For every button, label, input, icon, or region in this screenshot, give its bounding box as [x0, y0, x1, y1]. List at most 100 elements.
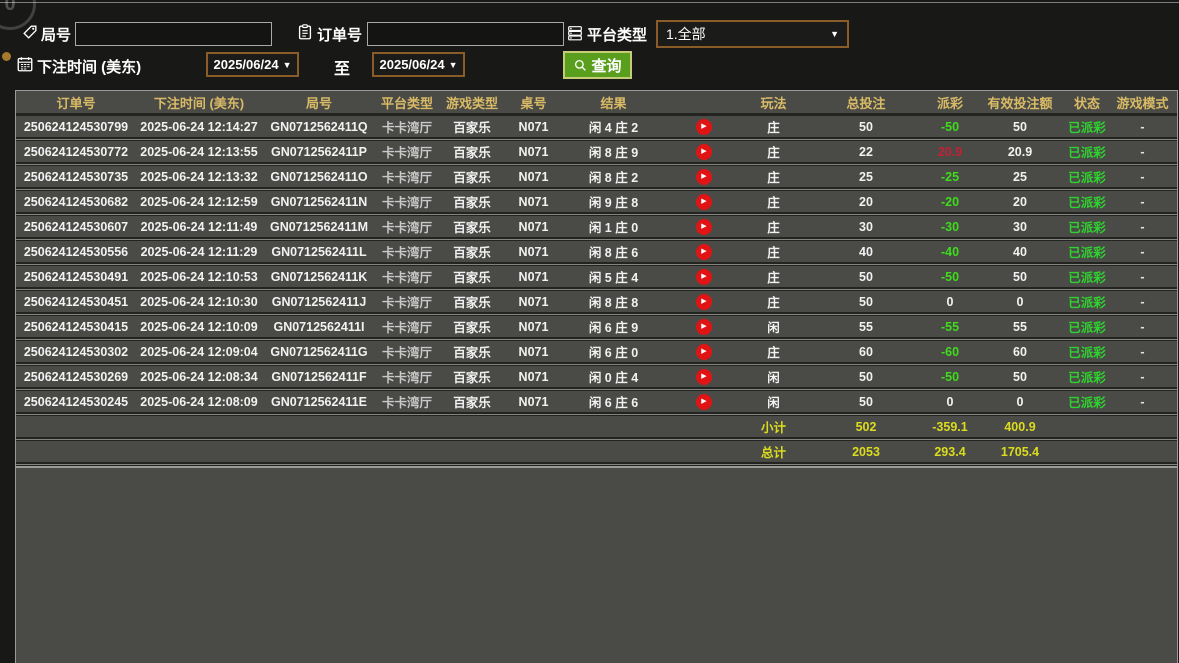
table-row: 2506241245307352025-06-24 12:13:32GN0712… — [16, 166, 1177, 187]
status-cell: 已派彩 — [1066, 242, 1108, 261]
play-video-button[interactable]: ▶ — [696, 144, 712, 160]
total-bet-cell: 20 — [806, 195, 926, 209]
status-cell: 已派彩 — [1066, 292, 1108, 311]
result-cell: 闲 0 庄 4 — [561, 367, 666, 386]
round-number-input[interactable] — [75, 22, 272, 46]
status-cell: 已派彩 — [1066, 342, 1108, 361]
grand-total-row-payout: 293.4 — [926, 445, 974, 459]
play-video-button[interactable]: ▶ — [696, 119, 712, 135]
play-icon: ▶ — [701, 223, 706, 230]
table-row: 2506241245305562025-06-24 12:11:29GN0712… — [16, 241, 1177, 262]
round-no-cell: GN0712562411E — [262, 395, 376, 409]
play-video-button[interactable]: ▶ — [696, 219, 712, 235]
platform-cell: 卡卡湾厅 — [376, 217, 438, 236]
play-icon: ▶ — [701, 248, 706, 255]
play-icon: ▶ — [701, 198, 706, 205]
result-cell: 闲 6 庄 9 — [561, 317, 666, 336]
round-no-cell: GN0712562411N — [262, 195, 376, 209]
valid-bet-cell: 20.9 — [974, 145, 1066, 159]
status-cell: 已派彩 — [1066, 167, 1108, 186]
date-from-picker[interactable]: 2025/06/24▼ — [206, 52, 299, 77]
play-video-button[interactable]: ▶ — [696, 244, 712, 260]
date-to-picker[interactable]: 2025/06/24 ▼ — [372, 52, 465, 77]
table-no-cell: N071 — [506, 345, 561, 359]
bet-time-cell: 2025-06-24 12:09:04 — [136, 345, 262, 359]
round-no-cell: GN0712562411K — [262, 270, 376, 284]
platform-cell: 卡卡湾厅 — [376, 142, 438, 161]
play-type-cell: 庄 — [741, 267, 806, 286]
order-no-cell: 250624124530735 — [16, 170, 136, 184]
grand-total-row-valid-bet: 1705.4 — [974, 445, 1066, 459]
play-video-button[interactable]: ▶ — [696, 194, 712, 210]
game-type-cell: 百家乐 — [438, 117, 506, 136]
table-row: 2506241245302692025-06-24 12:08:34GN0712… — [16, 366, 1177, 387]
payout-cell: -25 — [926, 170, 974, 184]
payout-cell: -30 — [926, 220, 974, 234]
round-number-label: 局号 — [41, 24, 71, 45]
table-no-cell: N071 — [506, 270, 561, 284]
play-type-cell: 庄 — [741, 342, 806, 361]
play-type-cell: 庄 — [741, 292, 806, 311]
play-video-button[interactable]: ▶ — [696, 294, 712, 310]
header-cell-10: 派彩 — [926, 93, 974, 112]
table-row: 2506241245304152025-06-24 12:10:09GN0712… — [16, 316, 1177, 337]
status-cell: 已派彩 — [1066, 267, 1108, 286]
game-mode-cell: - — [1108, 270, 1177, 284]
bet-time-cell: 2025-06-24 12:11:29 — [136, 245, 262, 259]
total-bet-cell: 60 — [806, 345, 926, 359]
table-row: 2506241245306822025-06-24 12:12:59GN0712… — [16, 191, 1177, 212]
platform-cell: 卡卡湾厅 — [376, 192, 438, 211]
play-video-button[interactable]: ▶ — [696, 369, 712, 385]
chevron-down-icon: ▼ — [449, 60, 458, 70]
play-video-button[interactable]: ▶ — [696, 169, 712, 185]
status-cell: 已派彩 — [1066, 142, 1108, 161]
header-cell-3: 平台类型 — [376, 93, 438, 112]
subtotal-row-payout: -359.1 — [926, 420, 974, 434]
table-row: 2506241245304912025-06-24 12:10:53GN0712… — [16, 266, 1177, 287]
play-cell: ▶ — [666, 144, 741, 160]
valid-bet-cell: 20 — [974, 195, 1066, 209]
query-button-label: 查询 — [591, 55, 621, 76]
play-video-button[interactable]: ▶ — [696, 319, 712, 335]
grand-total-row: 总计2053293.41705.4 — [16, 441, 1177, 462]
platform-type-select[interactable]: 1.全部 ▼ — [656, 20, 849, 48]
result-cell: 闲 5 庄 4 — [561, 267, 666, 286]
header-cell-2: 局号 — [262, 93, 376, 112]
table-row: 2506241245304512025-06-24 12:10:30GN0712… — [16, 291, 1177, 312]
table-row: 2506241245303022025-06-24 12:09:04GN0712… — [16, 341, 1177, 362]
game-type-cell: 百家乐 — [438, 217, 506, 236]
date-to-value: 2025/06/24 — [380, 57, 445, 72]
table-header-row: 订单号下注时间 (美东)局号平台类型游戏类型桌号结果玩法总投注派彩有效投注额状态… — [16, 91, 1177, 113]
game-mode-cell: - — [1108, 120, 1177, 134]
result-cell: 闲 8 庄 9 — [561, 142, 666, 161]
game-mode-cell: - — [1108, 320, 1177, 334]
payout-cell: 20.9 — [926, 145, 974, 159]
payout-cell: -60 — [926, 345, 974, 359]
platform-cell: 卡卡湾厅 — [376, 267, 438, 286]
game-type-cell: 百家乐 — [438, 192, 506, 211]
table-no-cell: N071 — [506, 120, 561, 134]
table-no-cell: N071 — [506, 245, 561, 259]
header-cell-9: 总投注 — [806, 93, 926, 112]
table-row: 2506241245307722025-06-24 12:13:55GN0712… — [16, 141, 1177, 162]
play-icon: ▶ — [701, 298, 706, 305]
order-number-input[interactable] — [367, 22, 564, 46]
date-range-to-label: 至 — [334, 55, 350, 79]
subtotal-row-valid-bet: 400.9 — [974, 420, 1066, 434]
total-bet-cell: 22 — [806, 145, 926, 159]
query-button[interactable]: 查询 — [563, 51, 632, 79]
grand-total-row-label: 总计 — [741, 442, 806, 461]
play-cell: ▶ — [666, 319, 741, 335]
valid-bet-cell: 50 — [974, 270, 1066, 284]
play-icon: ▶ — [701, 323, 706, 330]
filter-bar: 局号 订单号 平台类型 1.全部 ▼ 下注时间 (美东) 2025/06/24▼… — [0, 0, 1179, 90]
play-video-button[interactable]: ▶ — [696, 269, 712, 285]
order-number-label: 订单号 — [317, 24, 362, 45]
calendar-icon — [16, 55, 34, 73]
payout-cell: -50 — [926, 370, 974, 384]
play-video-button[interactable]: ▶ — [696, 394, 712, 410]
play-video-button[interactable]: ▶ — [696, 344, 712, 360]
bet-time-cell: 2025-06-24 12:11:49 — [136, 220, 262, 234]
total-bet-cell: 50 — [806, 295, 926, 309]
platform-type-value: 1.全部 — [666, 24, 706, 44]
